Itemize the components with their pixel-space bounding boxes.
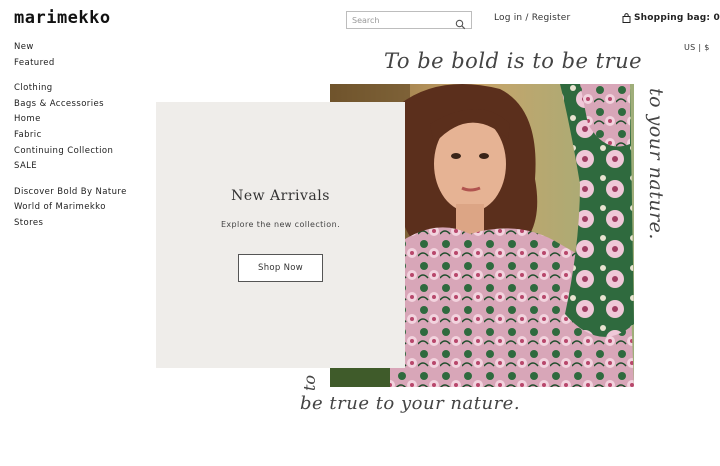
hero-script-bottom: be true to your nature. bbox=[300, 393, 521, 414]
search-icon[interactable] bbox=[455, 15, 466, 29]
hero-script-right: to your nature. bbox=[645, 88, 667, 240]
nav-item-stores[interactable]: Stores bbox=[14, 217, 127, 233]
region-currency-selector[interactable]: US | $ bbox=[684, 43, 710, 52]
brand-logo[interactable]: marimekko bbox=[14, 8, 111, 28]
nav-item-featured[interactable]: Featured bbox=[14, 57, 127, 73]
nav-item-bags-accessories[interactable]: Bags & Accessories bbox=[14, 98, 127, 114]
side-navigation: New Featured Clothing Bags & Accessories… bbox=[14, 41, 127, 233]
search-box[interactable] bbox=[346, 11, 472, 29]
nav-divider bbox=[14, 176, 127, 186]
nav-item-new[interactable]: New bbox=[14, 41, 127, 57]
shopping-bag-icon bbox=[622, 13, 631, 23]
login-register-link[interactable]: Log in / Register bbox=[494, 13, 570, 23]
nav-item-continuing-collection[interactable]: Continuing Collection bbox=[14, 145, 127, 161]
search-input[interactable] bbox=[352, 15, 455, 25]
shopping-bag-label: Shopping bag: 0 bbox=[634, 13, 720, 23]
promo-title: New Arrivals bbox=[231, 188, 330, 204]
nav-item-home[interactable]: Home bbox=[14, 113, 127, 129]
nav-item-world-of-marimekko[interactable]: World of Marimekko bbox=[14, 201, 127, 217]
nav-item-fabric[interactable]: Fabric bbox=[14, 129, 127, 145]
shop-now-button[interactable]: Shop Now bbox=[238, 254, 323, 282]
nav-item-discover-bold[interactable]: Discover Bold By Nature bbox=[14, 186, 127, 202]
nav-item-sale[interactable]: SALE bbox=[14, 160, 127, 176]
promo-subtitle: Explore the new collection. bbox=[220, 220, 341, 229]
hero-script-left: to bbox=[300, 374, 319, 391]
nav-divider bbox=[14, 72, 127, 82]
nav-item-clothing[interactable]: Clothing bbox=[14, 82, 127, 98]
promo-card: New Arrivals Explore the new collection.… bbox=[156, 102, 405, 368]
shopping-bag-link[interactable]: Shopping bag: 0 bbox=[622, 13, 720, 23]
hero-script-top: To be bold is to be true bbox=[384, 49, 643, 73]
